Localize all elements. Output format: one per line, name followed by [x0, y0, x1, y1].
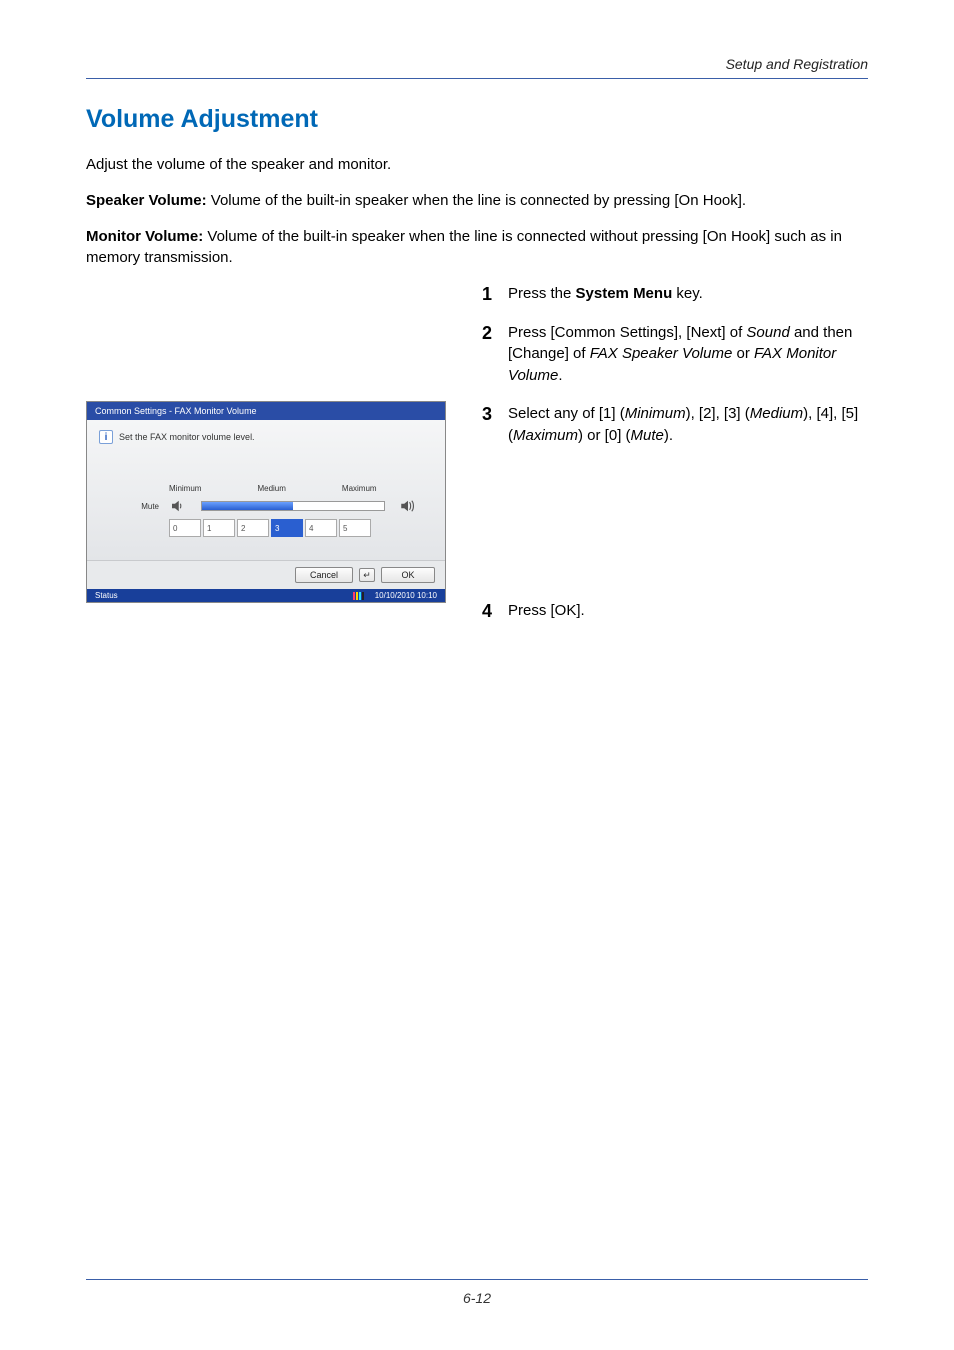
cancel-button[interactable]: Cancel — [295, 567, 353, 583]
volume-level-2[interactable]: 2 — [237, 519, 269, 537]
volume-level-5[interactable]: 5 — [339, 519, 371, 537]
speaker-volume-paragraph: Speaker Volume: Volume of the built-in s… — [86, 190, 868, 212]
section-title: Volume Adjustment — [86, 105, 868, 134]
step-3-t1: Select any of [1] ( — [508, 405, 625, 422]
volume-level-3[interactable]: 3 — [271, 519, 303, 537]
step-1-pre: Press the — [508, 285, 576, 302]
device-screenshot: Common Settings - FAX Monitor Volume i S… — [86, 401, 446, 603]
volume-slider[interactable] — [201, 501, 385, 511]
screenshot-titlebar: Common Settings - FAX Monitor Volume — [87, 402, 445, 420]
step-1-post: key. — [672, 285, 703, 302]
step-2-t1: Press [Common Settings], [Next] of — [508, 324, 746, 341]
speaker-volume-text: Volume of the built-in speaker when the … — [207, 192, 746, 209]
toner-icon — [353, 592, 367, 600]
intro-paragraph: Adjust the volume of the speaker and mon… — [86, 154, 868, 176]
enter-button[interactable]: ↵ — [359, 568, 375, 582]
footer-rule — [86, 1279, 868, 1280]
monitor-volume-label: Monitor Volume: — [86, 228, 203, 245]
label-maximum: Maximum — [342, 484, 377, 493]
volume-fill — [202, 502, 293, 510]
speaker-volume-label: Speaker Volume: — [86, 192, 207, 209]
monitor-volume-paragraph: Monitor Volume: Volume of the built-in s… — [86, 226, 868, 270]
speaker-high-icon — [399, 497, 417, 515]
header-rule — [86, 78, 868, 79]
running-head: Setup and Registration — [86, 56, 868, 72]
step-2-t4: . — [558, 367, 562, 384]
ok-button[interactable]: OK — [381, 567, 435, 583]
label-medium: Medium — [257, 484, 285, 493]
step-3-text: Select any of [1] (Minimum), [2], [3] (M… — [508, 403, 868, 447]
step-4-text: Press [OK]. — [508, 600, 585, 622]
volume-level-4[interactable]: 4 — [305, 519, 337, 537]
step-number-4: 4 — [474, 600, 492, 623]
step-2-i2: FAX Speaker Volume — [590, 345, 733, 362]
step-3-i1: Minimum — [625, 405, 686, 422]
status-label[interactable]: Status — [95, 591, 118, 600]
step-1-text: Press the System Menu key. — [508, 283, 703, 305]
info-icon: i — [99, 430, 113, 444]
status-datetime: 10/10/2010 10:10 — [375, 591, 437, 600]
volume-level-0[interactable]: 0 — [169, 519, 201, 537]
step-2-i1: Sound — [746, 324, 789, 341]
step-3-t4: ) or [0] ( — [578, 427, 631, 444]
step-number-1: 1 — [474, 283, 492, 306]
step-2-text: Press [Common Settings], [Next] of Sound… — [508, 322, 868, 387]
step-1-bold: System Menu — [576, 285, 673, 302]
step-2-t3: or — [732, 345, 754, 362]
step-3-t2: ), [2], [3] ( — [686, 405, 750, 422]
info-text: Set the FAX monitor volume level. — [119, 432, 255, 442]
label-minimum: Minimum — [169, 484, 201, 493]
step-number-2: 2 — [474, 322, 492, 345]
page-number: 6-12 — [86, 1290, 868, 1306]
step-3-i4: Mute — [631, 427, 664, 444]
step-3-i2: Medium — [750, 405, 803, 422]
speaker-low-icon — [169, 497, 187, 515]
step-number-3: 3 — [474, 403, 492, 426]
label-mute: Mute — [125, 502, 159, 511]
volume-level-1[interactable]: 1 — [203, 519, 235, 537]
step-3-t5: ). — [664, 427, 673, 444]
step-3-i3: Maximum — [513, 427, 578, 444]
